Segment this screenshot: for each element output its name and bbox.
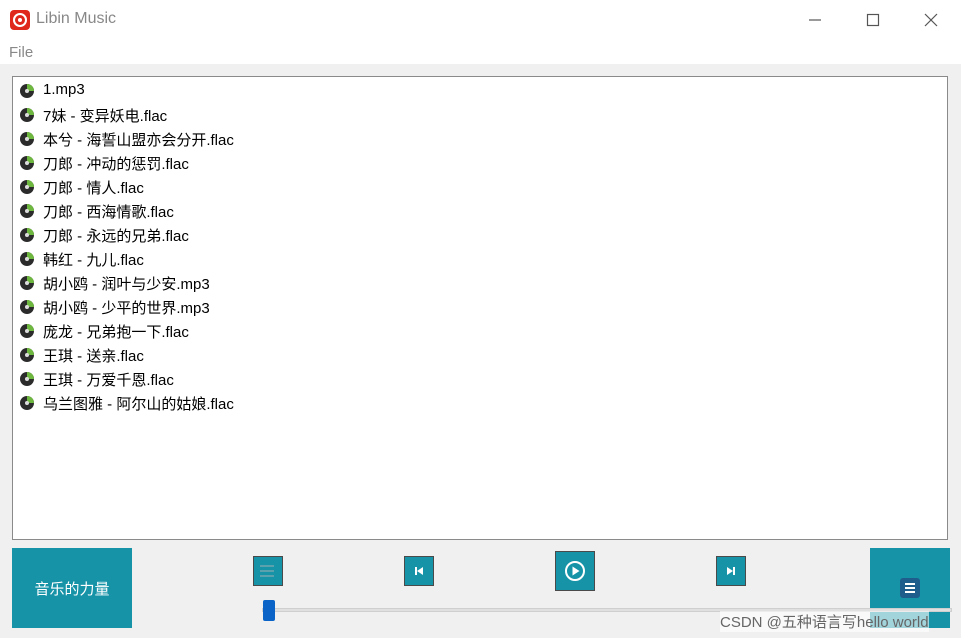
track-name: 乌兰图雅 - 阿尔山的姑娘.flac (43, 396, 234, 413)
track-name: 刀郎 - 冲动的惩罚.flac (43, 156, 189, 173)
track-item[interactable]: 韩红 - 九儿.flac (13, 246, 947, 270)
music-disc-icon (20, 252, 34, 266)
track-name: 胡小鸥 - 少平的世界.mp3 (43, 300, 210, 317)
track-name: 刀郎 - 西海情歌.flac (43, 204, 174, 221)
music-disc-icon (20, 132, 34, 146)
track-item[interactable]: 庞龙 - 兄弟抱一下.flac (13, 318, 947, 342)
maximize-button[interactable] (844, 0, 902, 40)
track-name: 韩红 - 九儿.flac (43, 252, 144, 269)
music-disc-icon (20, 204, 34, 218)
track-item[interactable]: 胡小鸥 - 润叶与少安.mp3 (13, 270, 947, 294)
app-logo-icon (10, 10, 30, 30)
minimize-icon (809, 19, 821, 21)
track-item[interactable]: 本兮 - 海誓山盟亦会分开.flac (13, 126, 947, 150)
track-name: 刀郎 - 永远的兄弟.flac (43, 228, 189, 245)
music-disc-icon (20, 324, 34, 338)
track-name: 庞龙 - 兄弟抱一下.flac (43, 324, 189, 341)
music-disc-icon (20, 396, 34, 410)
next-button[interactable] (716, 556, 746, 586)
track-name: 1.mp3 (43, 81, 85, 98)
music-disc-icon (20, 156, 34, 170)
track-name: 7妹 - 变异妖电.flac (43, 108, 168, 125)
play-button[interactable] (555, 551, 595, 591)
play-icon (565, 561, 585, 581)
playlist[interactable]: 1.mp3 7妹 - 变异妖电.flac 本兮 - 海誓山盟亦会分开.flac 刀郎 … (12, 76, 948, 540)
track-item[interactable]: 7妹 - 变异妖电.flac (13, 102, 947, 126)
window-title: Libin Music (36, 10, 117, 27)
progress-thumb[interactable] (263, 600, 275, 621)
music-disc-icon (20, 300, 34, 314)
music-disc-icon (20, 108, 34, 122)
track-item[interactable]: 王琪 - 万爱千恩.flac (13, 366, 947, 390)
brand-panel: 音乐的力量 (12, 548, 132, 628)
track-name: 王琪 - 万爱千恩.flac (43, 372, 174, 389)
playback-mode-button[interactable] (253, 556, 283, 586)
track-name: 胡小鸥 - 润叶与少安.mp3 (43, 276, 210, 293)
track-item[interactable]: 刀郎 - 西海情歌.flac (13, 198, 947, 222)
watermark: CSDN @五种语言写hello world (720, 611, 929, 632)
previous-icon (415, 567, 423, 575)
track-item[interactable]: 王琪 - 送亲.flac (13, 342, 947, 366)
music-disc-icon (20, 276, 34, 290)
previous-button[interactable] (404, 556, 434, 586)
track-item[interactable]: 乌兰图雅 - 阿尔山的姑娘.flac (13, 390, 947, 414)
music-disc-icon (20, 180, 34, 194)
music-disc-icon (20, 84, 34, 98)
track-name: 刀郎 - 情人.flac (43, 180, 144, 197)
menu-icon (900, 578, 920, 598)
close-icon (924, 13, 938, 27)
maximize-icon (866, 13, 880, 27)
track-name: 王琪 - 送亲.flac (43, 348, 144, 365)
title-bar: Libin Music (0, 0, 961, 40)
minimize-button[interactable] (786, 0, 844, 40)
track-item[interactable]: 刀郎 - 情人.flac (13, 174, 947, 198)
track-name: 本兮 - 海誓山盟亦会分开.flac (43, 132, 234, 149)
music-disc-icon (20, 372, 34, 386)
track-item[interactable]: 1.mp3 (13, 78, 947, 102)
music-disc-icon (20, 228, 34, 242)
next-icon (727, 567, 735, 575)
close-button[interactable] (902, 0, 960, 40)
brand-label: 音乐的力量 (34, 580, 110, 598)
track-item[interactable]: 胡小鸥 - 少平的世界.mp3 (13, 294, 947, 318)
menu-bar: File (0, 40, 961, 64)
playlist-mode-icon (260, 565, 274, 577)
track-item[interactable]: 刀郎 - 冲动的惩罚.flac (13, 150, 947, 174)
music-disc-icon (20, 348, 34, 362)
menu-file[interactable]: File (9, 44, 33, 61)
track-item[interactable]: 刀郎 - 永远的兄弟.flac (13, 222, 947, 246)
